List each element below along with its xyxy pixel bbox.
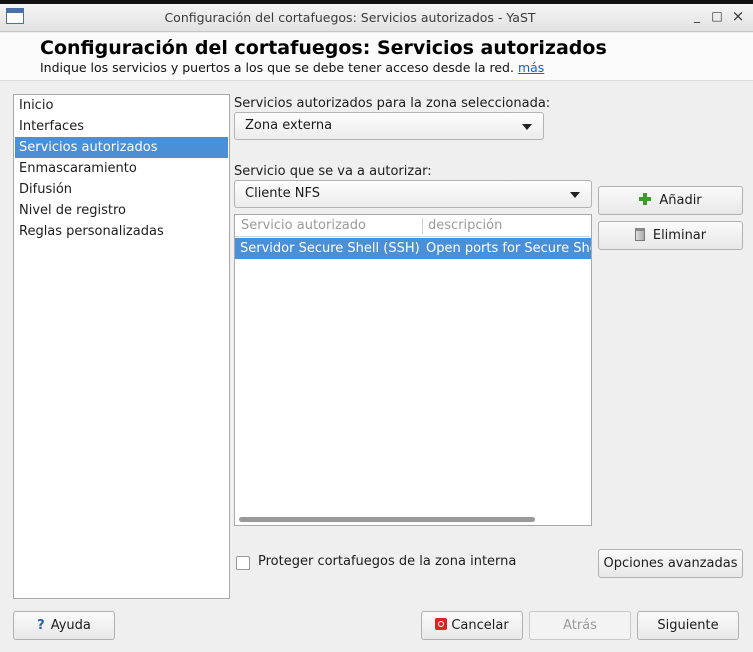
cancel-button[interactable]: Cancelar <box>421 611 523 640</box>
cancel-icon <box>435 618 448 630</box>
page-title: Configuración del cortafuegos: Servicios… <box>40 37 607 59</box>
window-title: Configuración del cortafuegos: Servicios… <box>164 10 536 25</box>
sidebar-item-nivel-de-registro[interactable]: Nivel de registro <box>15 200 228 221</box>
chevron-down-icon <box>570 192 580 198</box>
column-divider <box>422 218 423 234</box>
column-header-description[interactable]: descripción <box>428 215 588 237</box>
chevron-down-icon <box>522 124 532 130</box>
minimize-icon[interactable]: _ <box>690 9 704 23</box>
trash-icon <box>634 228 645 241</box>
table-header: Servicio autorizado descripción <box>235 215 591 237</box>
zone-select[interactable]: Zona externa <box>234 112 544 140</box>
remove-button-label: Eliminar <box>652 228 707 243</box>
advanced-options-label: Opciones avanzadas <box>603 556 738 571</box>
zone-select-value: Zona externa <box>245 118 333 133</box>
next-button[interactable]: Siguiente <box>637 611 739 640</box>
help-button-label: Ayuda <box>50 618 91 633</box>
plus-icon <box>639 193 652 205</box>
sidebar-item-inicio[interactable]: Inicio <box>15 95 228 116</box>
maximize-icon[interactable]: □ <box>710 9 724 23</box>
sidebar-item-enmascaramiento[interactable]: Enmascaramiento <box>15 158 228 179</box>
back-button[interactable]: Atrás <box>529 611 631 640</box>
help-icon: ? <box>37 618 45 633</box>
column-header-service[interactable]: Servicio autorizado <box>241 215 421 237</box>
sidebar-item-interfaces[interactable]: Interfaces <box>15 116 228 137</box>
cell-service: Servidor Secure Shell (SSH) <box>240 241 420 256</box>
help-button[interactable]: ? Ayuda <box>13 611 115 640</box>
horizontal-scrollbar[interactable] <box>239 517 535 522</box>
service-label: Servicio que se va a autorizar: <box>234 164 432 179</box>
sidebar-item-difusion[interactable]: Difusión <box>15 179 228 200</box>
zone-label: Servicios autorizados para la zona selec… <box>234 96 551 111</box>
advanced-options-button[interactable]: Opciones avanzadas <box>598 549 743 578</box>
sidebar-item-servicios-autorizados[interactable]: Servicios autorizados <box>15 137 228 158</box>
cancel-button-label: Cancelar <box>451 618 509 633</box>
protect-internal-checkbox[interactable] <box>236 556 250 570</box>
table-row[interactable]: Servidor Secure Shell (SSH) Open ports f… <box>235 238 591 259</box>
yast-window-icon <box>6 8 24 24</box>
sidebar-item-reglas-personalizadas[interactable]: Reglas personalizadas <box>15 221 228 242</box>
add-button-label: Añadir <box>659 193 702 208</box>
service-select[interactable]: Cliente NFS <box>234 180 592 208</box>
add-button[interactable]: Añadir <box>598 186 743 215</box>
cell-description: Open ports for Secure Shell <box>426 241 591 256</box>
page-subtitle: Indique los servicios y puertos a los qu… <box>40 60 544 75</box>
more-link[interactable]: más <box>518 60 544 75</box>
sidebar-nav: Inicio Interfaces Servicios autorizados … <box>13 94 230 599</box>
authorized-services-table[interactable]: Servicio autorizado descripción Servidor… <box>234 214 592 526</box>
page-subtitle-text: Indique los servicios y puertos a los qu… <box>40 60 514 75</box>
service-select-value: Cliente NFS <box>245 186 320 201</box>
protect-internal-label[interactable]: Proteger cortafuegos de la zona interna <box>258 554 516 569</box>
remove-button[interactable]: Eliminar <box>598 221 743 250</box>
close-icon[interactable]: × <box>731 9 745 24</box>
